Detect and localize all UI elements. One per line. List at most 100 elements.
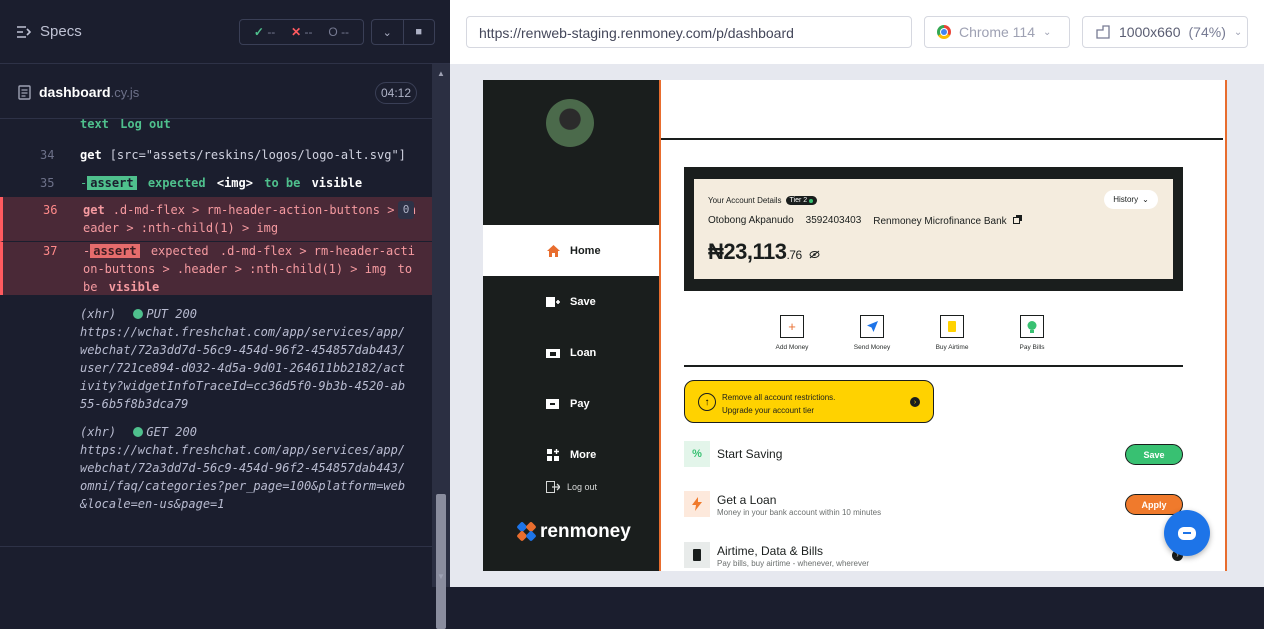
chat-widget-button[interactable] [1164, 510, 1210, 556]
phone-icon [684, 542, 710, 568]
specs-label: Specs [40, 23, 82, 40]
dashboard-main: Your Account Details Tier 2 Otobong Akpa… [661, 80, 1227, 571]
scroll-up-icon[interactable]: ▲ [437, 69, 445, 78]
account-balance: ₦23,113.76 [708, 239, 820, 265]
loan-icon [546, 347, 560, 359]
logout-link[interactable]: Log out [546, 481, 597, 493]
section-divider [684, 365, 1183, 367]
chevron-down-icon[interactable]: ⌄ [372, 20, 403, 44]
log-row[interactable]: 34 get [src="assets/reskins/logos/logo-al… [0, 141, 432, 169]
log-row-failed[interactable]: 37 - assert expected .d-md-flex > rm-head… [0, 241, 432, 295]
pay-icon [546, 398, 560, 410]
spec-file-header: dashboard.cy.js 04:12 [0, 64, 432, 119]
url-bar[interactable]: https://renweb-staging.renmoney.com/p/da… [466, 16, 912, 48]
log-row[interactable]: text Log out [0, 119, 432, 141]
service-start-saving[interactable]: % Start Saving Save [684, 439, 1183, 469]
pending-circle-icon: O [328, 25, 338, 39]
command-log-panel: Specs ✓ -- ✕ -- O -- ⌄ ■ dashboard.cy.js… [0, 0, 450, 629]
xhr-row[interactable]: (xhr) PUT 200 https://wchat.freshchat.co… [0, 295, 432, 413]
viewport-selector[interactable]: 1000x660 (74%) ⌄ [1082, 16, 1248, 48]
browser-selector[interactable]: Chrome 114 ⌄ [924, 16, 1070, 48]
divider [0, 546, 432, 547]
assert-tag: assert [90, 244, 140, 258]
bank-name: Renmoney Microfinance Bank [873, 215, 1023, 227]
assert-tag: assert [87, 176, 137, 190]
copy-icon[interactable] [1013, 215, 1023, 224]
bulb-icon [1020, 315, 1044, 338]
home-icon [546, 244, 560, 257]
add-money-button[interactable]: + Add Money [769, 315, 815, 351]
percent-icon: % [684, 441, 710, 467]
status-dot-icon [133, 309, 144, 319]
pending-stat: O -- [328, 25, 350, 39]
save-button[interactable]: Save [1125, 444, 1183, 465]
tier-badge: Tier 2 [785, 196, 818, 205]
chrome-icon [937, 25, 951, 39]
send-money-button[interactable]: Send Money [849, 315, 895, 351]
specs-list-icon [17, 25, 32, 38]
failed-stat: ✕ -- [291, 25, 313, 39]
stop-icon[interactable]: ■ [402, 20, 435, 44]
account-info-line: Otobong Akpanudo 3592403403 Renmoney Mic… [708, 215, 1023, 227]
chevron-down-icon: ⌄ [1233, 26, 1243, 38]
save-icon [546, 296, 560, 308]
app-preview-panel: https://renweb-staging.renmoney.com/p/da… [450, 0, 1264, 587]
avatar[interactable] [546, 99, 594, 147]
passed-stat: ✓ -- [253, 25, 276, 39]
account-card: Your Account Details Tier 2 Otobong Akpa… [684, 167, 1183, 291]
chat-bubble-icon [1178, 526, 1196, 540]
log-scrollbar[interactable]: ▲ ▼ [432, 64, 450, 629]
check-icon: ✓ [253, 25, 264, 39]
log-row[interactable]: 35 - assert expected <img> to be visible [0, 169, 432, 197]
phone-icon [940, 315, 964, 338]
account-details-title: Your Account Details Tier 2 [708, 196, 818, 205]
upgrade-tier-banner[interactable]: ↑ Remove all account restrictions. Upgra… [684, 380, 934, 423]
x-icon: ✕ [291, 25, 302, 39]
header-divider [661, 138, 1223, 140]
scrollbar-thumb[interactable] [436, 494, 446, 629]
nav-item-pay[interactable]: Pay [483, 378, 659, 429]
status-dot-icon [133, 427, 144, 437]
retry-badge: 0 [398, 201, 414, 219]
account-name: Otobong Akpanudo [708, 215, 794, 226]
nav-item-home[interactable]: Home [483, 225, 659, 276]
history-dropdown[interactable]: History ⌄ [1104, 190, 1158, 209]
nav-item-more[interactable]: More [483, 429, 659, 480]
app-sidebar: Home Save Loan Pay More Log out renmoney [483, 80, 661, 571]
plus-icon: + [780, 315, 804, 338]
viewport-ruler-icon [1096, 25, 1110, 39]
scroll-down-icon[interactable]: ▼ [437, 572, 445, 581]
pay-bills-button[interactable]: Pay Bills [1009, 315, 1055, 351]
account-number: 3592403403 [805, 215, 862, 226]
apply-button[interactable]: Apply [1125, 494, 1183, 515]
renmoney-logo-mark-icon [516, 521, 537, 542]
lightning-icon [684, 491, 710, 517]
nav-item-loan[interactable]: Loan [483, 327, 659, 378]
spec-file-name[interactable]: dashboard.cy.js [18, 84, 139, 100]
chevron-down-icon: ⌄ [1043, 26, 1052, 38]
service-airtime-data-bills[interactable]: Airtime, Data & Bills Pay bills, buy air… [684, 540, 1183, 570]
nav-item-save[interactable]: Save [483, 276, 659, 327]
status-dot-icon [809, 198, 814, 203]
spec-duration: 04:12 [375, 82, 417, 104]
eye-off-icon[interactable] [809, 250, 820, 259]
renmoney-logo: renmoney [516, 521, 631, 543]
run-controls: ⌄ ■ [371, 19, 435, 45]
service-get-loan[interactable]: Get a Loan Money in your bank account wi… [684, 489, 1183, 519]
more-icon [546, 448, 560, 461]
xhr-row[interactable]: (xhr) GET 200 https://wchat.freshchat.co… [0, 413, 432, 513]
buy-airtime-button[interactable]: Buy Airtime [929, 315, 975, 351]
chevron-down-icon: ⌄ [1142, 195, 1149, 204]
specs-header: Specs ✓ -- ✕ -- O -- ⌄ ■ [0, 0, 450, 64]
command-log: text Log out 34 get [src="assets/reskins/… [0, 119, 432, 546]
send-icon [860, 315, 884, 338]
quick-actions: + Add Money Send Money Buy Airtime Pay B… [769, 315, 1055, 351]
specs-toggle[interactable]: Specs [16, 23, 82, 40]
renmoney-dashboard: Home Save Loan Pay More Log out renmoney… [483, 80, 1227, 571]
log-row-failed[interactable]: 36 get .d-md-flex > rm-header-action-butt… [0, 197, 432, 241]
arrow-up-icon: ↑ [698, 393, 716, 411]
document-icon [18, 84, 31, 100]
test-stats: ✓ -- ✕ -- O -- [239, 19, 364, 45]
chevron-right-icon: › [910, 397, 920, 407]
logout-icon [546, 481, 560, 493]
